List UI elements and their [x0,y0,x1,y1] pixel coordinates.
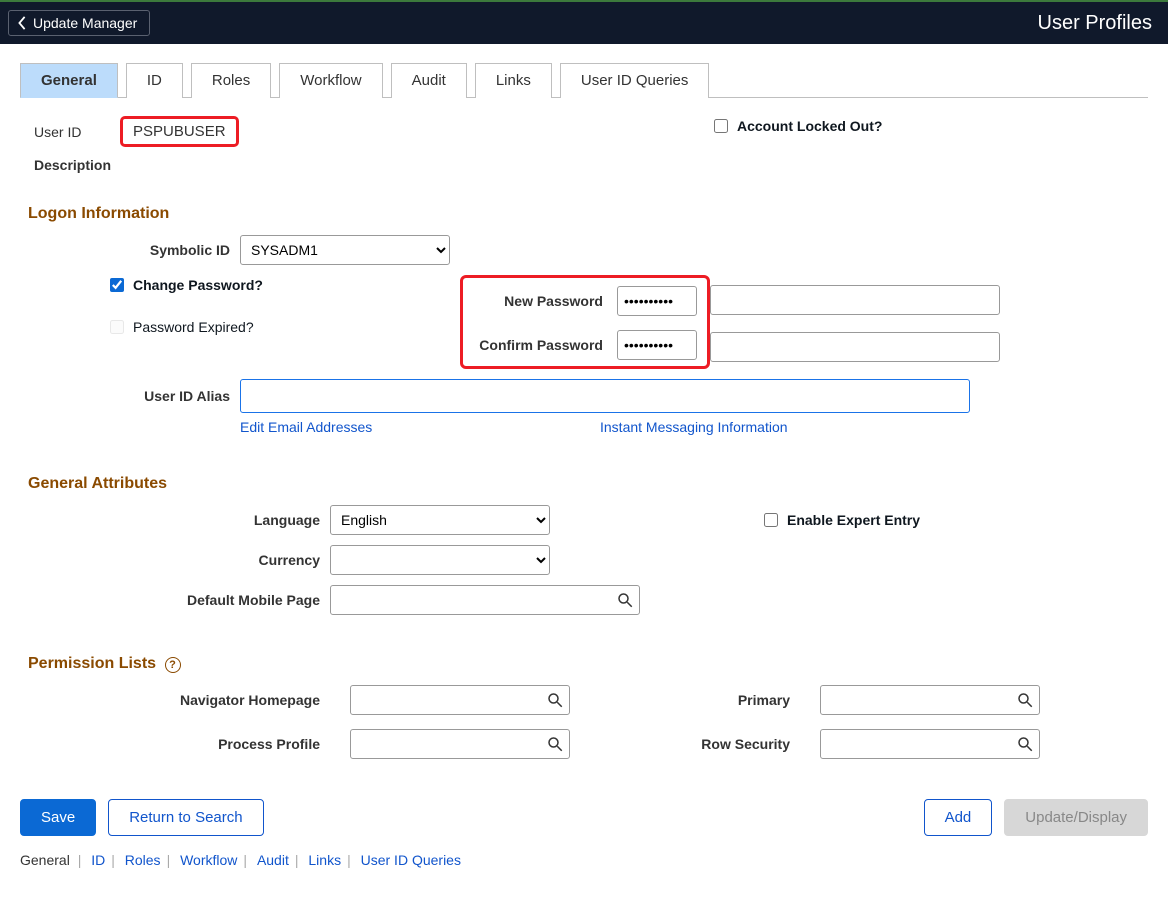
language-label: Language [60,512,320,528]
tab-id[interactable]: ID [126,63,183,98]
password-highlight: New Password Confirm Password [460,275,710,369]
primary-label: Primary [610,692,790,708]
footer-link-audit[interactable]: Audit [257,852,289,868]
process-profile-label: Process Profile [60,736,320,752]
new-password-input[interactable] [617,286,697,316]
search-icon[interactable] [616,591,634,609]
footer-links: General | ID| Roles| Workflow| Audit| Li… [20,852,1148,868]
tab-user-id-queries[interactable]: User ID Queries [560,63,710,98]
description-label: Description [20,157,106,173]
password-expired-label: Password Expired? [133,319,254,335]
button-bar: Save Return to Search Add Update/Display [20,799,1148,836]
edit-email-link[interactable]: Edit Email Addresses [240,419,600,435]
tab-bar: General ID Roles Workflow Audit Links Us… [20,62,1148,98]
account-locked-checkbox[interactable] [714,119,728,133]
chevron-left-icon [17,16,27,30]
user-id-alias-label: User ID Alias [60,388,230,404]
footer-link-user-id-queries[interactable]: User ID Queries [361,852,461,868]
confirm-password-input[interactable] [617,330,697,360]
currency-label: Currency [60,552,320,568]
tab-roles[interactable]: Roles [191,63,271,98]
back-button[interactable]: Update Manager [8,10,150,36]
section-logon-title: Logon Information [28,205,1148,223]
currency-select[interactable] [330,545,550,575]
navigator-label: Navigator Homepage [60,692,320,708]
footer-link-general[interactable]: General [20,852,70,868]
page-title: User Profiles [1038,12,1152,35]
primary-input[interactable] [820,685,1040,715]
enable-expert-checkbox[interactable] [764,513,778,527]
default-mobile-input[interactable] [330,585,640,615]
row-security-label: Row Security [610,736,790,752]
save-button[interactable]: Save [20,799,96,836]
tab-audit[interactable]: Audit [391,63,467,98]
symbolic-id-label: Symbolic ID [60,242,230,258]
change-password-label: Change Password? [133,277,263,293]
account-locked-label: Account Locked Out? [737,118,882,134]
symbolic-id-select[interactable]: SYSADM1 [240,235,450,265]
confirm-password-ext-input[interactable] [710,332,1000,362]
im-info-link[interactable]: Instant Messaging Information [600,419,970,435]
user-id-value: PSPUBUSER [120,116,239,147]
language-select[interactable]: English [330,505,550,535]
top-bar: Update Manager User Profiles [0,0,1168,44]
footer-link-id[interactable]: ID [91,852,105,868]
search-icon[interactable] [546,691,564,709]
footer-link-links[interactable]: Links [308,852,341,868]
footer-link-roles[interactable]: Roles [125,852,161,868]
search-icon[interactable] [1016,691,1034,709]
search-icon[interactable] [1016,735,1034,753]
section-permission-text: Permission Lists [28,655,156,672]
password-expired-checkbox [110,320,124,334]
tab-general[interactable]: General [20,63,118,98]
confirm-password-label: Confirm Password [473,337,603,353]
user-id-label: User ID [20,124,106,140]
user-id-alias-input[interactable] [240,379,970,413]
back-button-label: Update Manager [33,15,137,31]
row-security-input[interactable] [820,729,1040,759]
update-display-button: Update/Display [1004,799,1148,836]
process-profile-input[interactable] [350,729,570,759]
tab-links[interactable]: Links [475,63,552,98]
navigator-input[interactable] [350,685,570,715]
change-password-checkbox[interactable] [110,278,124,292]
section-permission-title: Permission Lists ? [28,655,1148,673]
enable-expert-label: Enable Expert Entry [787,512,920,528]
add-button[interactable]: Add [924,799,993,836]
return-to-search-button[interactable]: Return to Search [108,799,263,836]
section-general-attr-title: General Attributes [28,475,1148,493]
footer-link-workflow[interactable]: Workflow [180,852,237,868]
tab-workflow[interactable]: Workflow [279,63,382,98]
account-locked-row: Account Locked Out? [710,116,1148,136]
new-password-label: New Password [473,293,603,309]
new-password-ext-input[interactable] [710,285,1000,315]
search-icon[interactable] [546,735,564,753]
default-mobile-label: Default Mobile Page [60,592,320,608]
help-icon[interactable]: ? [165,657,181,673]
